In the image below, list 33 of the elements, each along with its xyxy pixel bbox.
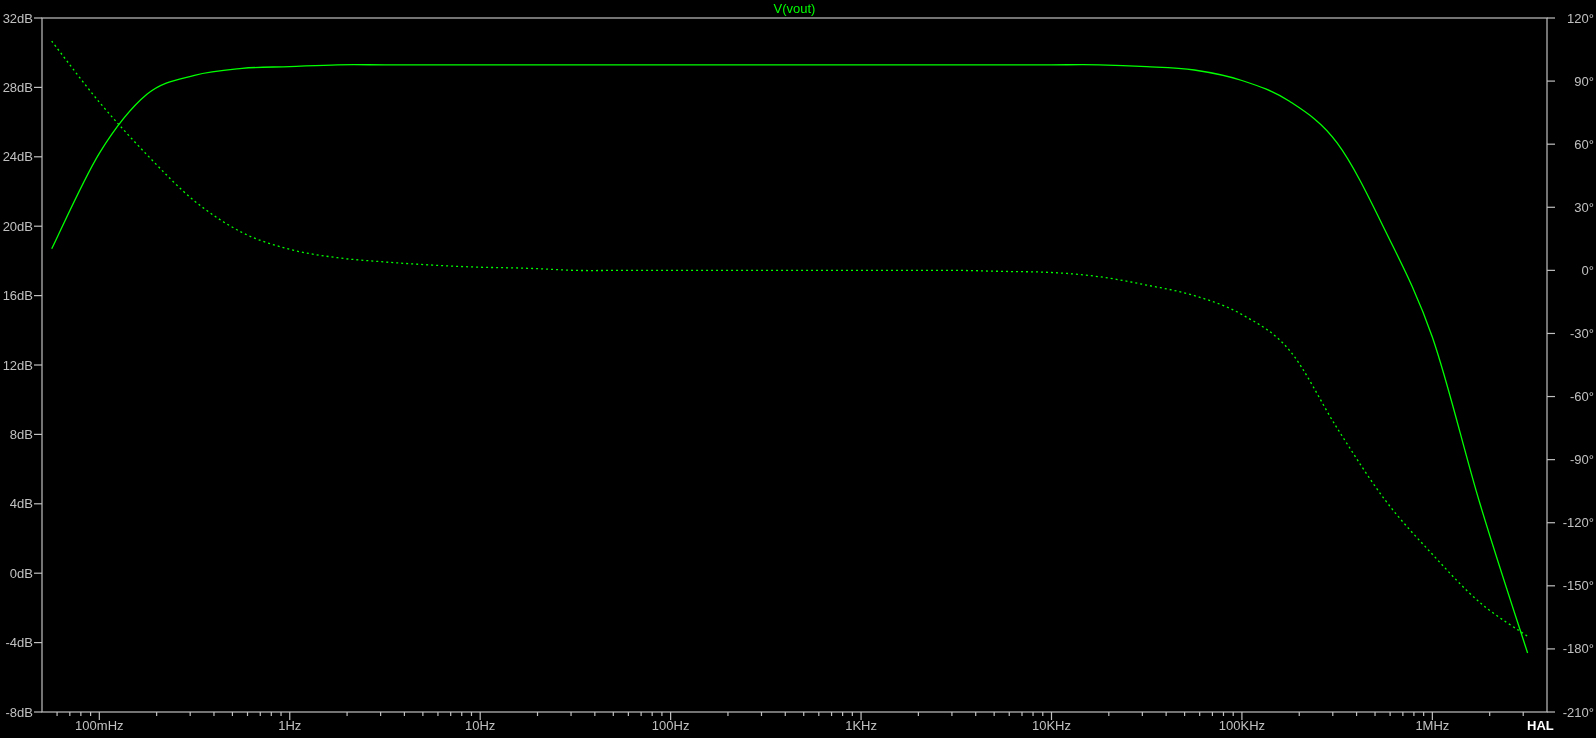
y2-tick-label: -150° — [1562, 578, 1594, 594]
x-tick-label: 1KHz — [845, 718, 877, 733]
y2-tick-label: 30° — [1574, 199, 1594, 215]
y2-tick-label: -90° — [1570, 452, 1594, 468]
y-tick-label: -4dB — [5, 635, 33, 651]
y2-tick-label: 90° — [1574, 73, 1594, 89]
y-tick-label: 24dB — [2, 149, 33, 165]
y2-tick-label: 0° — [1581, 262, 1594, 278]
y-tick-label: 12dB — [2, 357, 33, 373]
y2-tick-label: -120° — [1562, 515, 1594, 531]
y-tick-label: 4dB — [9, 496, 33, 512]
x-tick-label: 100KHz — [1218, 718, 1266, 733]
y-tick-label: -8dB — [5, 704, 33, 720]
x-tick-label: 1Hz — [278, 718, 302, 733]
y-tick-label: 20dB — [2, 218, 33, 234]
y2-tick-label: -210° — [1562, 704, 1594, 720]
x-tick-label: 10KHz — [1032, 718, 1071, 733]
y-tick-label: 8dB — [9, 426, 33, 442]
y-tick-label: 32dB — [2, 10, 33, 26]
x-tick-label: 100Hz — [651, 718, 690, 733]
x-tick-label: 100mHz — [75, 718, 124, 733]
y2-tick-label: 120° — [1567, 10, 1594, 26]
x-tick-label: 10Hz — [465, 718, 496, 733]
y2-tick-label: 60° — [1574, 136, 1594, 152]
y-tick-label: 28dB — [2, 79, 33, 95]
y-tick-label: 0dB — [9, 565, 33, 581]
corner-label: HAL — [1527, 718, 1554, 733]
y2-tick-label: -30° — [1570, 325, 1594, 341]
y2-tick-label: -180° — [1562, 641, 1594, 657]
chart-title: V(vout) — [773, 1, 816, 16]
y2-tick-label: -60° — [1570, 389, 1594, 405]
y-tick-label: 16dB — [2, 288, 33, 304]
x-tick-label: 1MHz — [1415, 718, 1450, 733]
